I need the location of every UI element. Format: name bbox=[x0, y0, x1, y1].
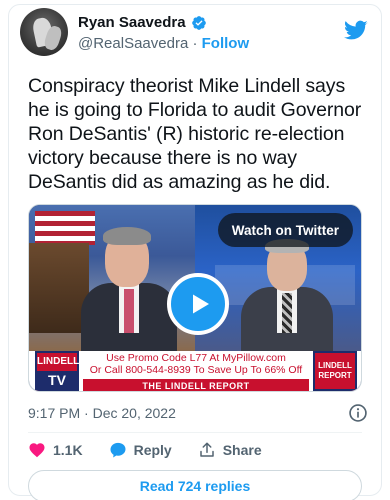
author-name-row: Ryan Saavedra bbox=[78, 14, 207, 31]
video-player[interactable]: Watch on Twitter LINDELL TV Use Promo Co… bbox=[28, 204, 362, 392]
tweet-time: 9:17 PM bbox=[28, 405, 81, 421]
action-bar: 1.1K Reply Share bbox=[28, 441, 288, 459]
report-footer: THE LINDELL REPORT bbox=[83, 379, 309, 391]
share-button[interactable]: Share bbox=[198, 441, 262, 459]
play-button[interactable] bbox=[167, 273, 229, 335]
video-left-panel bbox=[29, 205, 195, 353]
avatar[interactable] bbox=[20, 8, 68, 56]
like-count: 1.1K bbox=[53, 442, 83, 458]
play-icon bbox=[193, 294, 209, 314]
promo-line-2: Or Call 800-544-8939 To Save Up To 66% O… bbox=[89, 364, 303, 376]
share-upload-icon bbox=[199, 442, 214, 457]
like-button[interactable]: 1.1K bbox=[28, 441, 83, 459]
logo-left-text: LINDELL bbox=[37, 356, 80, 367]
lindell-tv-logo: LINDELL TV bbox=[35, 351, 79, 391]
tweet-date: Dec 20, 2022 bbox=[92, 405, 176, 421]
handle-separator: · bbox=[192, 35, 198, 52]
video-banner: LINDELL TV Use Promo Code L77 At MyPillo… bbox=[29, 351, 361, 391]
reply-label: Reply bbox=[133, 442, 172, 458]
author-name[interactable]: Ryan Saavedra bbox=[78, 14, 186, 31]
twitter-bird-icon[interactable] bbox=[344, 18, 368, 42]
author-handle-row: @RealSaavedra · Follow bbox=[78, 35, 249, 52]
author-handle[interactable]: @RealSaavedra bbox=[78, 35, 188, 52]
verified-badge-icon bbox=[191, 15, 206, 30]
watch-on-twitter-button[interactable]: Watch on Twitter bbox=[217, 213, 353, 247]
follow-button[interactable]: Follow bbox=[202, 35, 250, 52]
lindell-report-logo: LINDELL REPORT bbox=[313, 351, 357, 391]
promo-text: Use Promo Code L77 At MyPillow.com Or Ca… bbox=[83, 351, 309, 377]
timestamp[interactable]: 9:17 PM · Dec 20, 2022 bbox=[28, 405, 176, 421]
info-icon[interactable] bbox=[348, 403, 368, 423]
reply-button[interactable]: Reply bbox=[109, 441, 172, 459]
logo-left-sub: TV bbox=[37, 371, 77, 389]
promo-line-1: Use Promo Code L77 At MyPillow.com bbox=[106, 352, 286, 364]
heart-icon bbox=[29, 443, 45, 458]
tweet-text: Conspiracy theorist Mike Lindell says he… bbox=[28, 75, 362, 193]
read-replies-button[interactable]: Read 724 replies bbox=[28, 470, 362, 500]
reply-bubble-icon bbox=[110, 442, 126, 458]
divider bbox=[28, 432, 362, 433]
share-label: Share bbox=[222, 442, 262, 458]
